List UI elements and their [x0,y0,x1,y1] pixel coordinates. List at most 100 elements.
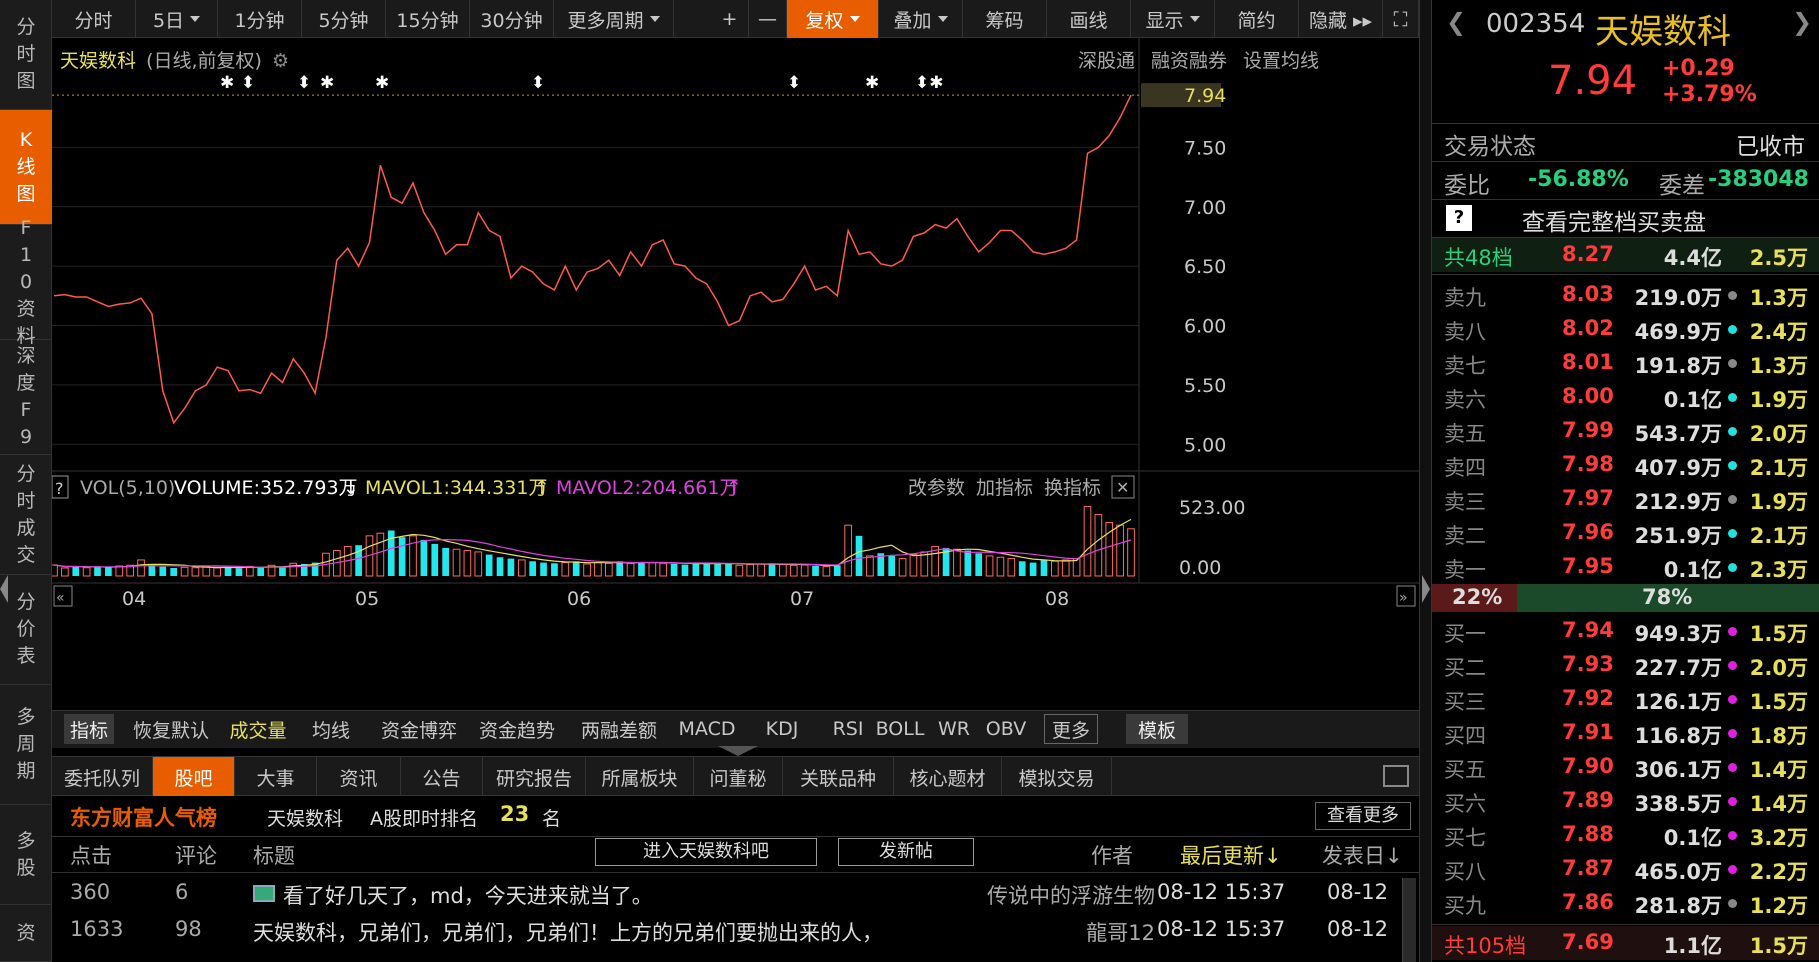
info-tab-6[interactable]: 所属板块 [586,757,694,797]
buy-level-row[interactable]: 买二 7.93 227.7万 2.0万 [1432,648,1819,682]
scrollbar[interactable] [1402,878,1416,962]
info-tab-9[interactable]: 核心题材 [894,757,1002,797]
help-icon[interactable]: ? [1446,205,1472,231]
forum-row[interactable]: 1633 98 天娱数科，兄弟们，兄弟们，兄弟们！上方的兄弟们要抛出来的人， 龍哥12… [52,917,1397,951]
indicator-tab-1[interactable]: 恢复默认 [123,714,219,744]
toolbar-button-3[interactable]: 叠加 [879,0,963,38]
event-marker-icon[interactable]: ✱ [865,73,879,93]
sell-level-row[interactable]: 卖五 7.99 543.7万 2.0万 [1432,414,1819,448]
panel-divider[interactable] [1419,0,1431,962]
nav-item-4[interactable]: 分时成交 [0,455,52,575]
buy-level-row[interactable]: 买九 7.86 281.8万 1.2万 [1432,886,1819,920]
vol-link-2[interactable]: 换指标 [1044,477,1101,499]
info-tab-5[interactable]: 研究报告 [483,757,586,797]
nav-item-2[interactable]: F10资料 [0,217,52,347]
event-marker-icon[interactable]: ⬍ [531,73,545,93]
enter-forum-button[interactable]: 进入天娱数科吧 [595,838,817,866]
period-tab-1[interactable]: 5日 [136,0,218,38]
buy-level-row[interactable]: 买三 7.92 126.1万 1.5万 [1432,682,1819,716]
full-book-link[interactable]: 查看完整档买卖盘 [1522,203,1706,237]
toolbar-button-1[interactable]: — [749,0,787,38]
sell-level-row[interactable]: 卖七 8.01 191.8万 1.3万 [1432,346,1819,380]
period-tab-3[interactable]: 5分钟 [302,0,386,38]
indicator-tab-11[interactable]: WR [932,714,976,744]
indicator-tab-6[interactable]: 两融差额 [572,714,666,744]
col-posted[interactable]: 发表日↓ [1322,840,1403,870]
vol-help-icon[interactable]: ? [55,479,64,498]
toolbar-button-0[interactable]: + [711,0,749,38]
scroll-left-icon[interactable]: « [56,590,65,606]
indicator-tab-8[interactable]: KDJ [754,714,810,744]
forum-row[interactable]: 360 6 看了好几天了，md，今天进来就当了。 传说中的浮游生物 08-12 15:3… [52,880,1397,914]
sell-level-row[interactable]: 卖六 8.00 0.1亿 1.9万 [1432,380,1819,414]
buy-level-row[interactable]: 买六 7.89 338.5万 1.4万 [1432,784,1819,818]
see-more-button[interactable]: 查看更多 [1315,802,1411,830]
new-post-button[interactable]: 发新帖 [838,838,974,866]
period-tab-6[interactable]: 更多周期 [554,0,674,38]
period-tab-2[interactable]: 1分钟 [218,0,302,38]
collapse-arrow-icon[interactable] [718,746,758,756]
event-marker-icon[interactable]: ✱ [375,73,389,93]
event-marker-icon[interactable]: ⬍✱ [915,73,944,93]
indicator-tab-12[interactable]: OBV [980,714,1032,744]
indicator-tab-10[interactable]: BOLL [874,714,926,744]
indicator-tab-5[interactable]: 资金趋势 [470,714,564,744]
row-author[interactable]: 龍哥12 [1086,917,1155,947]
buy-level-row[interactable]: 买四 7.91 116.8万 1.8万 [1432,716,1819,750]
nav-item-6[interactable]: 多周期 [0,685,52,805]
expand-left-icon[interactable] [0,575,8,603]
period-tab-5[interactable]: 30分钟 [470,0,554,38]
collapse-right-icon[interactable] [1422,575,1430,603]
nav-item-0[interactable]: 分时图 [0,0,52,110]
col-updated[interactable]: 最后更新↓ [1180,840,1282,870]
event-marker-icon[interactable]: ⬍ [787,73,801,93]
vol-link-1[interactable]: 加指标 [976,477,1033,499]
nav-item-1[interactable]: K线图 [0,110,52,225]
sell-level-row[interactable]: 卖一 7.95 0.1亿 2.3万 [1432,550,1819,584]
indicator-tab-4[interactable]: 资金博弈 [372,714,466,744]
row-author[interactable]: 传说中的浮游生物 [987,880,1155,910]
sell-level-row[interactable]: 卖九 8.03 219.0万 1.3万 [1432,278,1819,312]
prev-stock-icon[interactable]: ❮ [1446,8,1466,36]
indicator-tab-14[interactable]: 模板 [1126,714,1188,744]
buy-level-row[interactable]: 买五 7.90 306.1万 1.4万 [1432,750,1819,784]
info-tab-1[interactable]: 股吧 [153,757,235,797]
indicator-tab-3[interactable]: 均线 [304,714,358,744]
toolbar-button-5[interactable]: 画线 [1047,0,1131,38]
toolbar-button-6[interactable]: 显示 [1131,0,1215,38]
event-marker-icon[interactable]: ⬍ [241,73,255,93]
indicator-tab-13[interactable]: 更多 [1044,714,1098,744]
row-title[interactable]: 天娱数科，兄弟们，兄弟们，兄弟们！上方的兄弟们要抛出来的人， [253,917,883,947]
toolbar-button-7[interactable]: 简约 [1215,0,1299,38]
next-stock-icon[interactable]: ❯ [1792,8,1812,36]
scroll-right-icon[interactable]: » [1399,590,1408,606]
indicator-tab-7[interactable]: MACD [672,714,742,744]
indicator-tab-0[interactable]: 指标 [64,714,114,744]
vol-link-0[interactable]: 改参数 [908,477,965,499]
toolbar-button-2[interactable]: 复权 [787,0,879,38]
buy-level-row[interactable]: 买七 7.88 0.1亿 3.2万 [1432,818,1819,852]
fullscreen-icon[interactable]: ⛶ [1383,0,1419,38]
info-tab-10[interactable]: 模拟交易 [1002,757,1112,797]
indicator-tab-9[interactable]: RSI [826,714,870,744]
event-marker-icon[interactable]: ✱ [220,73,234,93]
info-tab-7[interactable]: 问董秘 [694,757,783,797]
nav-item-3[interactable]: 深度F9 [0,340,52,455]
event-marker-icon[interactable]: ⬍ [297,73,311,93]
event-marker-icon[interactable]: ✱ [320,73,334,93]
sell-level-row[interactable]: 卖四 7.98 407.9万 2.1万 [1432,448,1819,482]
buy-total-row[interactable]: 共105档 7.69 1.1亿 1.5万 [1432,926,1819,960]
indicator-tab-2[interactable]: 成交量 [222,714,294,744]
layout-icon[interactable] [1383,765,1409,787]
toolbar-button-4[interactable]: 筹码 [963,0,1047,38]
info-tab-3[interactable]: 资讯 [317,757,401,797]
period-tab-4[interactable]: 15分钟 [386,0,470,38]
close-x-glyph[interactable]: ✕ [1116,478,1129,497]
row-title[interactable]: 看了好几天了，md，今天进来就当了。 [283,880,653,910]
buy-level-row[interactable]: 买八 7.87 465.0万 2.2万 [1432,852,1819,886]
sell-level-row[interactable]: 卖八 8.02 469.9万 2.4万 [1432,312,1819,346]
info-tab-8[interactable]: 关联品种 [783,757,894,797]
nav-item-7[interactable]: 多股 [0,805,52,905]
period-tab-0[interactable]: 分时 [52,0,136,38]
info-tab-0[interactable]: 委托队列 [52,757,153,797]
